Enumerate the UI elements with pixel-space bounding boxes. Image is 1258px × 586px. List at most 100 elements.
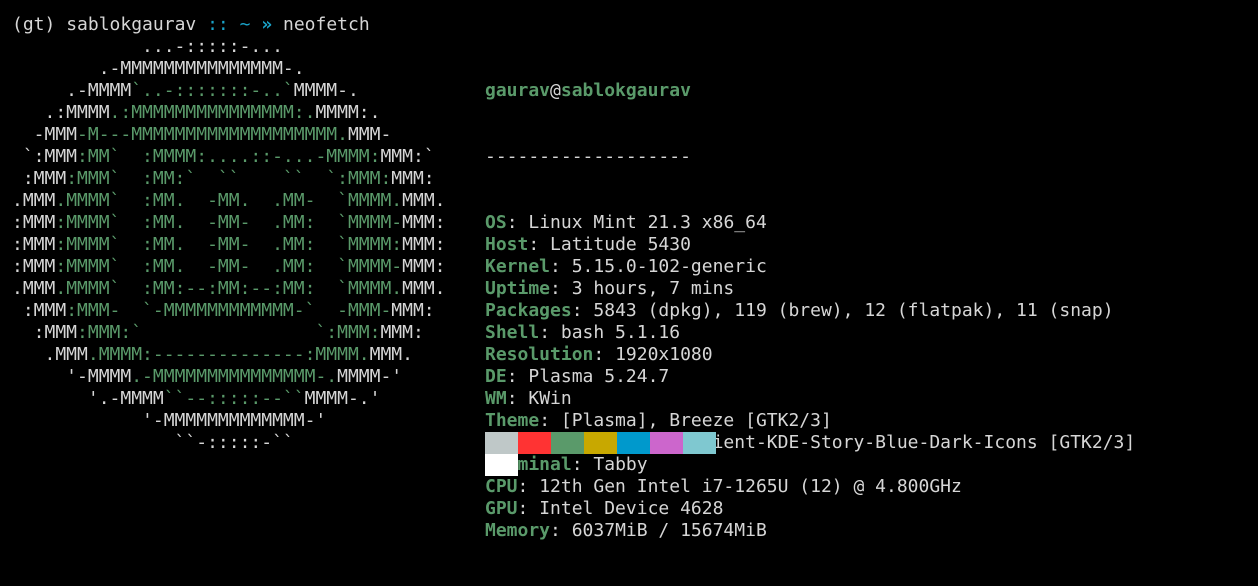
info-colon: : [506, 366, 529, 387]
logo-line: .-MMMM`..-:::::::-..`MMMM-. [12, 80, 359, 101]
palette-row-bottom [485, 454, 716, 476]
info-row-de: DE: Plasma 5.24.7 [485, 366, 1135, 388]
logo-line: :MMM:MMM:` `:MMM:MMM: [12, 322, 424, 343]
system-info-panel: gaurav@sablokgaurav ------------------- … [485, 36, 1135, 586]
info-row-shell: Shell: bash 5.1.16 [485, 322, 1135, 344]
logo-line: ``-:::::-`` [12, 432, 294, 453]
logo-segment: MMM: [402, 234, 446, 255]
logo-segment: MMM: [402, 212, 446, 233]
info-title: gaurav@sablokgaurav [485, 80, 1135, 102]
logo-line: .MMM.MMMM` :MM:--:MM:--:MM: `MMMM.MMM. [12, 278, 446, 299]
info-value: 5843 (dpkg), 119 (brew), 12 (flatpak), 1… [593, 300, 1114, 321]
logo-segment: `:MMM [12, 146, 78, 167]
info-row-packages: Packages: 5843 (dpkg), 119 (brew), 12 (f… [485, 300, 1135, 322]
logo-segment: :MMMM` :MM. -MM- .MM: `MMMM- [55, 256, 403, 277]
color-swatch [617, 432, 650, 454]
info-colon: : [539, 410, 561, 431]
logo-segment: .MMM [12, 190, 56, 211]
info-host: sablokgaurav [560, 80, 691, 101]
logo-segment: MMMM-.' [304, 388, 381, 409]
logo-segment: ``-:::::-`` [12, 432, 294, 453]
prompt-arrow: » [261, 14, 273, 35]
info-colon: : [539, 322, 561, 343]
logo-line: .:MMMM.:MMMMMMMMMMMMMMM:.MMMM:. [12, 102, 381, 123]
logo-segment: .MMMM` :MM. -MM. .MM- `MMMM. [55, 190, 403, 211]
logo-line: .MMM.MMMM` :MM. -MM. .MM- `MMMM.MMM. [12, 190, 446, 211]
logo-segment: -M---MMMMMMMMMMMMMMMMMMM. [77, 124, 348, 145]
logo-segment: ...-:::::-... [12, 36, 283, 57]
prompt-env: (gt) [12, 14, 56, 35]
info-underline: ------------------- [485, 146, 691, 167]
info-value: KWin [528, 388, 572, 409]
terminal-window[interactable]: (gt) sablokgaurav :: ~ » neofetch ...-::… [0, 0, 1258, 541]
logo-segment: MMM:` [380, 146, 435, 167]
info-key: Shell [485, 322, 540, 343]
color-swatch [518, 432, 551, 454]
info-key: Theme [485, 410, 540, 431]
info-key: WM [485, 388, 507, 409]
info-value: bash 5.1.16 [560, 322, 681, 343]
logo-segment: :MMM- `-MMMMMMMMMMMM-` -MMM- [66, 300, 392, 321]
logo-segment: .:MMMMMMMMMMMMMMM:. [109, 102, 316, 123]
info-row-resolution: Resolution: 1920x1080 [485, 344, 1135, 366]
logo-segment: '-MMMMMMMMMMMMM-' [12, 410, 327, 431]
logo-line: -MMM-M---MMMMMMMMMMMMMMMMMMM.MMM- [12, 124, 392, 145]
info-value: 3 hours, 7 mins [571, 278, 735, 299]
info-colon: : [550, 278, 572, 299]
prompt-separator: :: [207, 14, 229, 35]
logo-line: `:MMM:MM` :MMMM:....::-...-MMMM:MMM:` [12, 146, 435, 167]
info-at: @ [550, 80, 561, 101]
logo-segment: MMMM-' [337, 366, 403, 387]
info-colon: : [517, 498, 540, 519]
palette-row-top [485, 432, 716, 454]
logo-segment: MMM: [380, 322, 424, 343]
logo-segment: :MM` :MMMM:....::-...-MMMM: [77, 146, 381, 167]
logo-line: :MMM:MMMM` :MM. -MM- .MM: `MMMM-MMM: [12, 212, 446, 233]
shell-prompt: (gt) sablokgaurav :: ~ » neofetch [12, 14, 370, 36]
info-value: 5.15.0-102-generic [571, 256, 767, 277]
logo-segment: `..-:::::::-..` [131, 80, 294, 101]
color-palette [485, 432, 716, 476]
logo-line: '-MMMM.-MMMMMMMMMMMMMMM-.MMMM-' [12, 366, 402, 387]
color-swatch [485, 432, 518, 454]
logo-segment: :MMM [12, 322, 78, 343]
info-row-wm: WM: KWin [485, 388, 1135, 410]
logo-segment: .-MMMMMMMMMMMMMMM-. [12, 58, 305, 79]
info-row-gpu: GPU: Intel Device 4628 [485, 498, 1135, 520]
info-colon: : [550, 256, 572, 277]
logo-segment: .-MMMM [12, 80, 132, 101]
logo-segment: MMM: [391, 168, 435, 189]
logo-segment: MMM. [402, 278, 446, 299]
info-colon: : [593, 344, 616, 365]
info-key: Resolution [485, 344, 594, 365]
logo-line: '-MMMMMMMMMMMMM-' [12, 410, 326, 431]
logo-segment: :MMM [12, 234, 56, 255]
logo-segment: MMM: [402, 256, 446, 277]
info-row-cpu: CPU: 12th Gen Intel i7-1265U (12) @ 4.80… [485, 476, 1135, 498]
logo-segment: :MMM` :MM:` `` `` `:MMM: [66, 168, 392, 189]
logo-segment: :MMM [12, 300, 67, 321]
info-value: Latitude 5430 [550, 234, 691, 255]
logo-line: :MMM:MMM- `-MMMMMMMMMMMM-` -MMM-MMM: [12, 300, 435, 321]
logo-segment: .MMM [12, 344, 88, 365]
logo-segment: '-MMMM [12, 366, 132, 387]
logo-segment: :MMM:` `:MMM: [77, 322, 381, 343]
info-colon: : [528, 234, 551, 255]
prompt-user: sablokgaurav [66, 14, 197, 35]
logo-segment: MMMM:. [315, 102, 381, 123]
linux-mint-ascii-logo: ...-:::::-... .-MMMMMMMMMMMMMMM-. .-MMMM… [12, 36, 446, 454]
logo-segment: .MMMM:--------------:MMMM. [87, 344, 370, 365]
info-value: 6037MiB / 15674MiB [571, 520, 767, 541]
logo-segment: MMM. [369, 344, 413, 365]
info-row-host: Host: Latitude 5430 [485, 234, 1135, 256]
color-swatch [551, 432, 584, 454]
info-key: Kernel [485, 256, 551, 277]
info-colon: : [571, 300, 594, 321]
info-rows: OS: Linux Mint 21.3 x86_64 Host: Latitude… [485, 212, 1135, 542]
info-row-uptime: Uptime: 3 hours, 7 mins [485, 278, 1135, 300]
logo-segment: MMM. [402, 190, 446, 211]
logo-segment: :MMMM` :MM. -MM- .MM: `MMMM: [55, 234, 403, 255]
logo-line: .MMM.MMMM:--------------:MMMM.MMM. [12, 344, 413, 365]
prompt-directory: ~ [239, 14, 251, 35]
info-user: gaurav [485, 80, 551, 101]
